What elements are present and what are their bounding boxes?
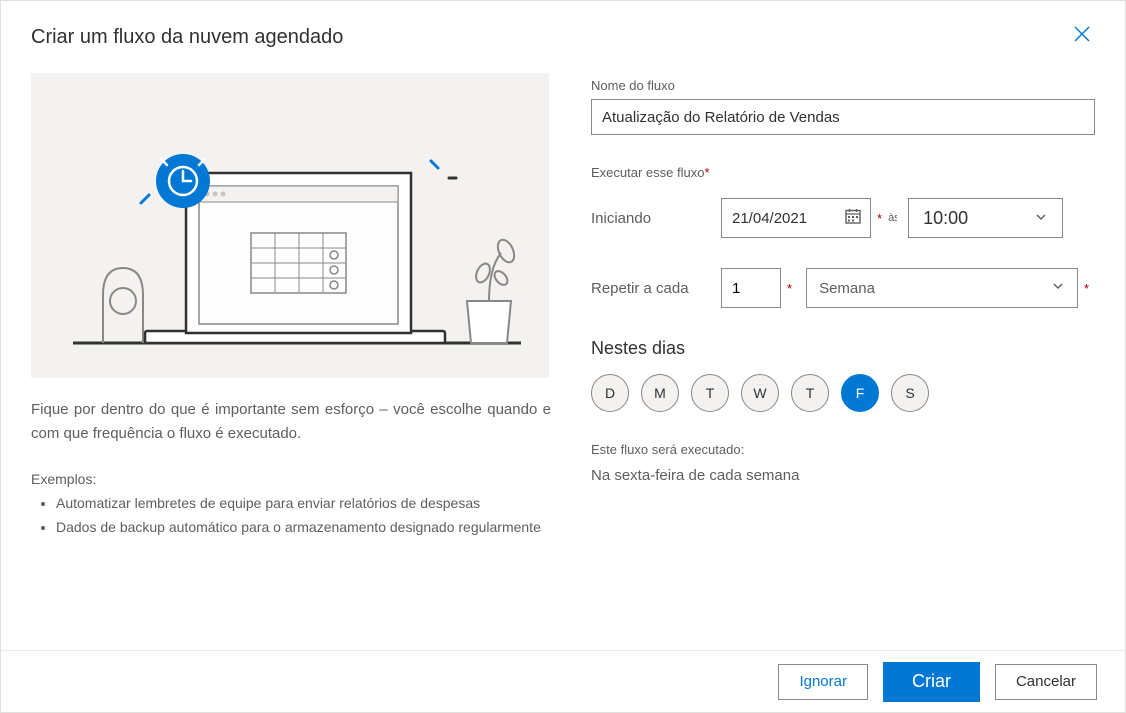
at-label: às	[888, 212, 897, 224]
list-item: Dados de backup automático para o armaze…	[56, 516, 551, 540]
required-marker: *	[877, 211, 882, 226]
repeat-unit-select[interactable]: Semana	[806, 268, 1078, 308]
create-button[interactable]: Criar	[883, 662, 980, 702]
laptop-schedule-illustration	[31, 73, 549, 378]
close-button[interactable]	[1069, 21, 1095, 53]
illustration	[31, 73, 549, 378]
start-date-value: 21/04/2021	[732, 210, 807, 227]
summary-text: Na sexta-feira de cada semana	[591, 467, 1095, 484]
flow-name-input[interactable]	[591, 99, 1095, 135]
run-flow-heading: Executar esse fluxo*	[591, 165, 1095, 180]
flow-name-label: Nome do fluxo	[591, 78, 1095, 93]
summary-label: Este fluxo será executado:	[591, 442, 1095, 457]
time-value: 10:00	[923, 208, 968, 229]
repeat-unit-value: Semana	[819, 280, 875, 297]
day-toggle-6[interactable]: S	[891, 374, 929, 412]
chevron-down-icon	[1051, 279, 1065, 297]
start-date-input[interactable]: 21/04/2021	[721, 198, 871, 238]
chevron-down-icon	[1034, 208, 1048, 229]
repeat-label: Repetir a cada	[591, 280, 721, 297]
examples-list: Automatizar lembretes de equipe para env…	[31, 492, 551, 540]
required-marker: *	[787, 281, 792, 296]
repeat-interval-input[interactable]	[721, 268, 781, 308]
dialog-title: Criar um fluxo da nuvem agendado	[31, 26, 343, 49]
calendar-icon	[844, 207, 862, 229]
starting-label: Iniciando	[591, 210, 721, 227]
day-toggle-5[interactable]: F	[841, 374, 879, 412]
day-toggle-0[interactable]: D	[591, 374, 629, 412]
day-toggle-4[interactable]: T	[791, 374, 829, 412]
start-time-select[interactable]: 10:00	[908, 198, 1063, 238]
skip-button[interactable]: Ignorar	[778, 664, 868, 700]
cancel-button[interactable]: Cancelar	[995, 664, 1097, 700]
days-row: DMTWTFS	[591, 374, 1095, 412]
description-text: Fique por dentro do que é importante sem…	[31, 398, 551, 446]
day-toggle-1[interactable]: M	[641, 374, 679, 412]
day-toggle-3[interactable]: W	[741, 374, 779, 412]
examples-label: Exemplos:	[31, 471, 551, 487]
required-marker: *	[1084, 281, 1089, 296]
day-toggle-2[interactable]: T	[691, 374, 729, 412]
days-heading: Nestes dias	[591, 338, 1095, 359]
list-item: Automatizar lembretes de equipe para env…	[56, 492, 551, 516]
close-icon	[1073, 26, 1091, 48]
